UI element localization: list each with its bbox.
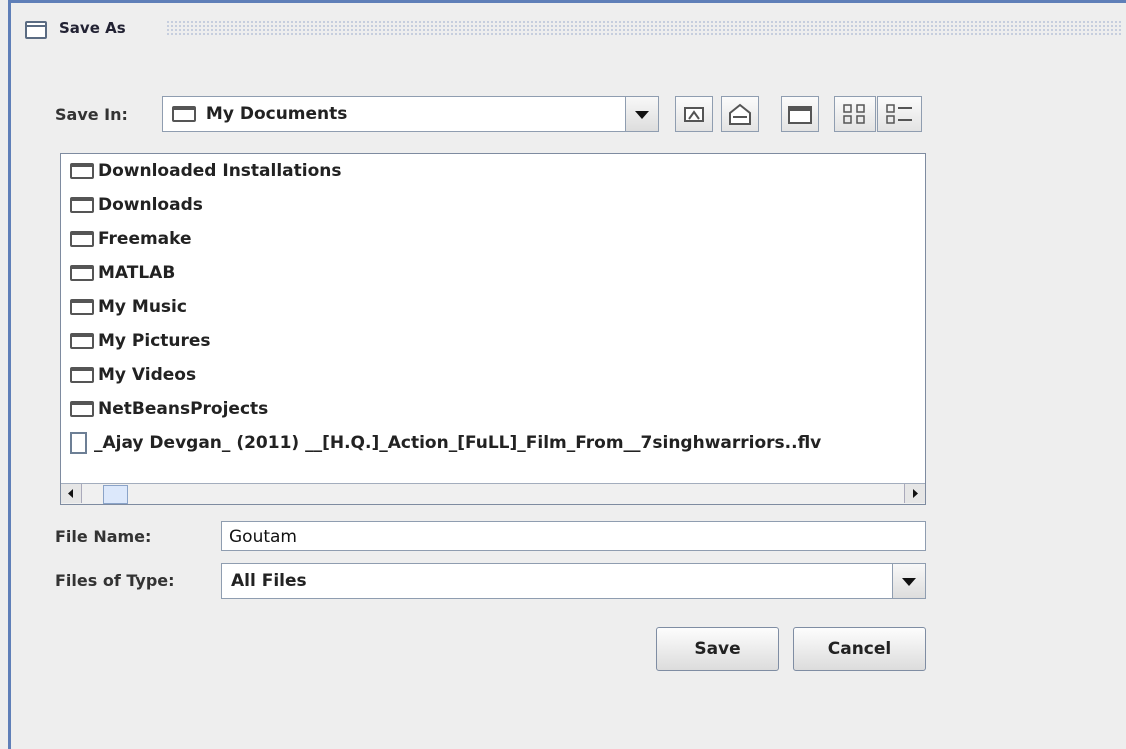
file-name-label: Freemake bbox=[98, 229, 192, 249]
list-view-button[interactable] bbox=[834, 96, 876, 132]
file-name-label: My Music bbox=[98, 297, 187, 317]
save-in-dropdown-button[interactable] bbox=[625, 97, 658, 131]
file-name-label: File Name: bbox=[55, 527, 152, 546]
window-title: Save As bbox=[59, 19, 126, 37]
chevron-down-icon bbox=[635, 111, 649, 119]
triangle-left-icon bbox=[68, 489, 73, 498]
triangle-right-icon bbox=[913, 489, 918, 498]
horizontal-scrollbar[interactable] bbox=[61, 483, 925, 504]
file-list-item[interactable]: My Music bbox=[61, 290, 925, 324]
title-bar[interactable]: Save As bbox=[11, 3, 1126, 46]
files-of-type-label: Files of Type: bbox=[55, 571, 175, 590]
folder-icon bbox=[70, 333, 94, 349]
file-name-input[interactable]: Goutam bbox=[221, 521, 926, 551]
folder-icon bbox=[70, 163, 94, 179]
folder-icon bbox=[70, 231, 94, 247]
files-of-type-value: All Files bbox=[231, 571, 307, 591]
chevron-down-icon bbox=[902, 578, 916, 586]
file-list-item[interactable]: Freemake bbox=[61, 222, 925, 256]
save-in-label: Save In: bbox=[55, 105, 128, 124]
cancel-button[interactable]: Cancel bbox=[793, 627, 926, 671]
file-name-label: My Videos bbox=[98, 365, 197, 385]
save-in-combo[interactable]: My Documents bbox=[162, 96, 659, 132]
file-name-label: _Ajay Devgan_ (2011) __[H.Q.]_Action_[Fu… bbox=[94, 433, 822, 453]
file-name-label: MATLAB bbox=[98, 263, 176, 283]
details-view-button[interactable] bbox=[877, 96, 922, 132]
file-name-label: Downloads bbox=[98, 195, 203, 215]
file-list-item[interactable]: NetBeansProjects bbox=[61, 392, 925, 426]
details-view-icon bbox=[886, 104, 912, 124]
folder-icon bbox=[70, 299, 94, 315]
up-one-level-button[interactable] bbox=[675, 96, 713, 132]
file-list-item[interactable]: Downloaded Installations bbox=[61, 154, 925, 188]
save-as-dialog: Save As Save In: My Documents Downloaded… bbox=[8, 0, 1126, 749]
folder-icon bbox=[70, 197, 94, 213]
file-name-label: Downloaded Installations bbox=[98, 161, 342, 181]
folder-icon bbox=[70, 265, 94, 281]
file-list-item[interactable]: MATLAB bbox=[61, 256, 925, 290]
files-of-type-combo[interactable]: All Files bbox=[221, 563, 926, 599]
file-list-item[interactable]: My Videos bbox=[61, 358, 925, 392]
save-button[interactable]: Save bbox=[656, 627, 779, 671]
file-name-label: My Pictures bbox=[98, 331, 211, 351]
folder-icon bbox=[70, 367, 94, 383]
home-icon bbox=[729, 103, 751, 125]
new-folder-button[interactable] bbox=[781, 96, 819, 132]
folder-icon bbox=[70, 401, 94, 417]
up-one-level-icon bbox=[684, 107, 704, 122]
title-bar-pattern bbox=[166, 20, 1121, 37]
file-list-item[interactable]: _Ajay Devgan_ (2011) __[H.Q.]_Action_[Fu… bbox=[61, 426, 925, 460]
scroll-right-button[interactable] bbox=[904, 484, 925, 503]
scroll-thumb[interactable] bbox=[103, 485, 128, 504]
home-button[interactable] bbox=[721, 96, 759, 132]
files-of-type-dropdown-button[interactable] bbox=[892, 564, 925, 598]
folder-icon bbox=[172, 106, 196, 122]
file-list[interactable]: Downloaded Installations Downloads Freem… bbox=[60, 153, 926, 505]
file-list-item[interactable]: Downloads bbox=[61, 188, 925, 222]
new-folder-icon bbox=[788, 106, 812, 124]
save-in-value: My Documents bbox=[205, 104, 348, 124]
scroll-left-button[interactable] bbox=[61, 484, 82, 503]
list-view-icon bbox=[843, 104, 865, 124]
file-icon bbox=[70, 432, 87, 454]
file-list-item[interactable]: My Pictures bbox=[61, 324, 925, 358]
window-icon bbox=[25, 21, 47, 39]
file-name-label: NetBeansProjects bbox=[98, 399, 269, 419]
